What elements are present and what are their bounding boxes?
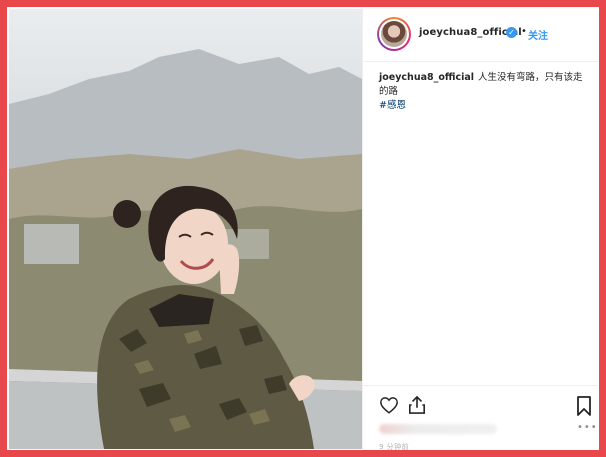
bookmark-icon[interactable] (576, 396, 592, 416)
hashtag-link[interactable]: #感恩 (379, 99, 589, 113)
header-separator: • (521, 26, 527, 37)
avatar-image (381, 21, 407, 47)
follow-button[interactable]: 关注 (528, 27, 548, 42)
caption-username-link[interactable]: joeychua8_official (379, 72, 474, 83)
post-header: joeychua8_official ✓ • 关注 (363, 9, 598, 62)
likes-count-blurred (379, 424, 497, 434)
heart-icon[interactable] (379, 396, 399, 414)
post-timestamp: 9 分钟前 (379, 443, 410, 451)
photo-illustration (9, 49, 362, 449)
avatar-ring (379, 19, 409, 49)
more-options-icon[interactable]: ••• (577, 422, 598, 433)
post-photo[interactable] (9, 9, 362, 449)
verified-badge-icon: ✓ (506, 27, 517, 38)
share-icon[interactable] (408, 395, 426, 415)
post-caption: joeychua8_official 人生没有弯路，只有该走的路 #感恩 (379, 71, 589, 113)
post-actions: ••• 9 分钟前 (363, 385, 598, 451)
post-side-panel: joeychua8_official ✓ • 关注 joeychua8_offi… (362, 9, 598, 451)
avatar[interactable] (377, 17, 411, 51)
